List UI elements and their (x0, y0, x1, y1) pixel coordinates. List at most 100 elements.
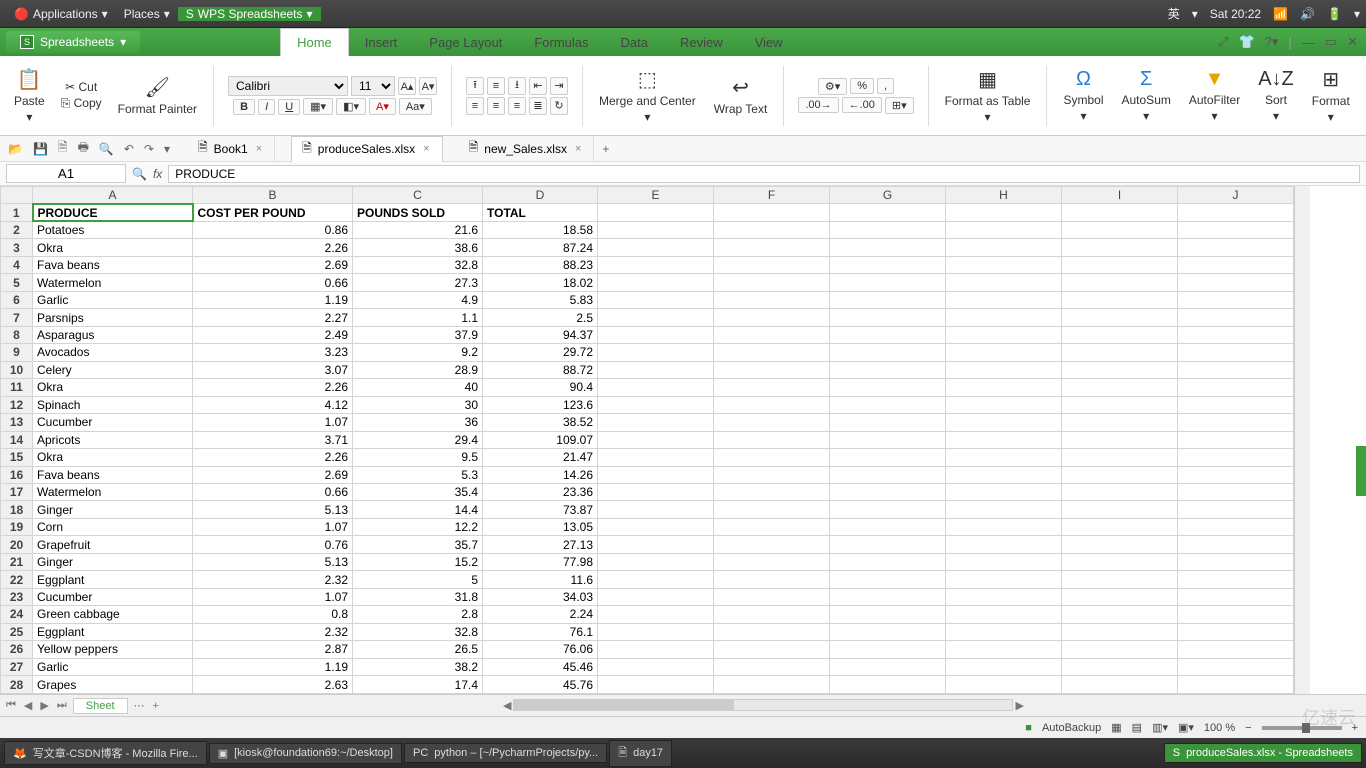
cell[interactable] (1178, 571, 1294, 588)
cell[interactable]: Corn (33, 518, 193, 535)
zoom-out-icon[interactable]: − (1245, 722, 1251, 734)
power-icon[interactable]: ▾ (1354, 7, 1360, 21)
cell[interactable] (1178, 396, 1294, 413)
cell[interactable] (1062, 676, 1178, 694)
underline-button[interactable]: U (278, 99, 300, 115)
cell[interactable]: 13.05 (483, 518, 598, 535)
align-bottom-icon[interactable]: ⭳ (508, 77, 526, 95)
cell[interactable] (946, 606, 1062, 623)
cell[interactable] (714, 641, 830, 658)
justify-icon[interactable]: ≣ (529, 97, 547, 115)
cell[interactable]: Eggplant (33, 571, 193, 588)
cell[interactable] (1178, 221, 1294, 238)
cell[interactable]: 73.87 (483, 501, 598, 518)
align-middle-icon[interactable]: ≡ (487, 77, 505, 95)
cell[interactable] (1178, 658, 1294, 675)
row-header[interactable]: 22 (1, 571, 33, 588)
cell[interactable] (1178, 536, 1294, 553)
autofilter-button[interactable]: ▼AutoFilter▾ (1183, 66, 1246, 125)
cell[interactable]: 0.8 (193, 606, 353, 623)
format-as-table-button[interactable]: ▦Format as Table▾ (939, 65, 1037, 126)
cell[interactable]: 36 (353, 414, 483, 431)
cell[interactable] (830, 606, 946, 623)
cell[interactable] (1062, 606, 1178, 623)
wps-menu[interactable]: S WPS Spreadsheets ▾ (178, 7, 321, 21)
cell[interactable] (830, 518, 946, 535)
col-header-B[interactable]: B (193, 187, 353, 204)
row-header[interactable]: 27 (1, 658, 33, 675)
cell[interactable]: POUNDS SOLD (353, 204, 483, 221)
row-header[interactable]: 17 (1, 483, 33, 500)
cell[interactable]: Garlic (33, 291, 193, 308)
cell[interactable] (1062, 256, 1178, 273)
cell[interactable]: 0.66 (193, 274, 353, 291)
cell[interactable]: Garlic (33, 658, 193, 675)
cell[interactable]: 32.8 (353, 623, 483, 640)
cell[interactable] (830, 274, 946, 291)
cell[interactable]: Potatoes (33, 221, 193, 238)
cell[interactable]: 35.4 (353, 483, 483, 500)
cell[interactable] (830, 536, 946, 553)
cell[interactable] (1062, 466, 1178, 483)
cell[interactable] (1062, 274, 1178, 291)
align-center-icon[interactable]: ≡ (487, 97, 505, 115)
cell[interactable] (598, 396, 714, 413)
row-header[interactable]: 2 (1, 221, 33, 238)
row-header[interactable]: 10 (1, 361, 33, 378)
cell[interactable] (598, 483, 714, 500)
cell[interactable] (1062, 344, 1178, 361)
cell[interactable]: 2.26 (193, 239, 353, 256)
cell[interactable] (830, 396, 946, 413)
cell[interactable]: Ginger (33, 553, 193, 570)
cell[interactable]: 4.12 (193, 396, 353, 413)
cell[interactable]: 31.8 (353, 588, 483, 605)
sheet-nav-first[interactable]: ⏮ (4, 699, 18, 712)
cell[interactable]: 37.9 (353, 326, 483, 343)
cell[interactable] (1178, 431, 1294, 448)
cell[interactable] (1178, 641, 1294, 658)
percent-button[interactable]: % (850, 78, 874, 94)
highlight-button[interactable]: Aa▾ (399, 98, 432, 115)
sort-button[interactable]: A↓ZSort▾ (1252, 66, 1300, 125)
cell[interactable]: 9.2 (353, 344, 483, 361)
sheet-nav-last[interactable]: ⏭ (55, 699, 69, 712)
cell[interactable]: Fava beans (33, 466, 193, 483)
cell[interactable] (714, 361, 830, 378)
cell[interactable] (830, 431, 946, 448)
cell[interactable] (1178, 291, 1294, 308)
formula-bar[interactable]: PRODUCE (168, 165, 1360, 183)
cell[interactable] (830, 658, 946, 675)
row-header[interactable]: 4 (1, 256, 33, 273)
cell[interactable]: 2.26 (193, 379, 353, 396)
cell[interactable] (714, 623, 830, 640)
cell[interactable] (714, 658, 830, 675)
cell[interactable]: 35.7 (353, 536, 483, 553)
cell[interactable]: 5.83 (483, 291, 598, 308)
decrease-decimal-icon[interactable]: ←.00 (842, 97, 882, 113)
cell[interactable]: 45.46 (483, 658, 598, 675)
col-header-A[interactable]: A (33, 187, 193, 204)
cell[interactable]: 1.07 (193, 588, 353, 605)
cell[interactable]: 18.02 (483, 274, 598, 291)
row-header[interactable]: 8 (1, 326, 33, 343)
cell[interactable] (1062, 431, 1178, 448)
font-size-select[interactable]: 11 (351, 76, 395, 96)
tab-insert[interactable]: Insert (349, 29, 414, 56)
freeze-icon[interactable]: ▣▾ (1178, 721, 1194, 734)
zoom-slider[interactable] (1262, 726, 1342, 730)
cell[interactable] (714, 379, 830, 396)
cell[interactable] (598, 606, 714, 623)
app-menu-button[interactable]: S Spreadsheets ▾ (6, 31, 140, 53)
cell[interactable]: PRODUCE (33, 204, 193, 221)
col-header-I[interactable]: I (1062, 187, 1178, 204)
cell[interactable]: 0.76 (193, 536, 353, 553)
cell[interactable]: 27.13 (483, 536, 598, 553)
cell[interactable]: 4.9 (353, 291, 483, 308)
cell[interactable] (598, 414, 714, 431)
wifi-icon[interactable]: 📶 (1273, 7, 1288, 21)
cell[interactable] (946, 204, 1062, 221)
cell[interactable] (1178, 239, 1294, 256)
cell[interactable]: 2.49 (193, 326, 353, 343)
wrap-text-button[interactable]: ↩Wrap Text (708, 73, 774, 118)
cell[interactable]: 17.4 (353, 676, 483, 694)
